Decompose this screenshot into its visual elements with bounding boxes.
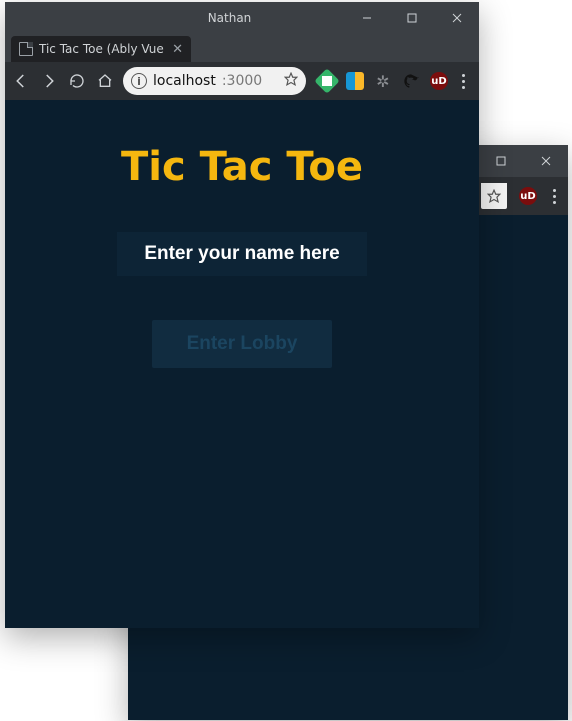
bookmark-star-icon[interactable] <box>284 72 298 90</box>
forward-icon[interactable] <box>39 72 59 90</box>
tab-strip: Tic Tac Toe (Ably Vue Tut ✕ <box>5 34 479 62</box>
maximize-button[interactable] <box>389 2 434 34</box>
page-content: Tic Tac Toe Enter Lobby <box>5 100 479 628</box>
url-rest: :3000 <box>222 73 262 89</box>
close-button[interactable] <box>434 2 479 34</box>
address-bar[interactable]: i localhost :3000 <box>123 67 306 95</box>
extension-vue-devtools-icon[interactable] <box>314 68 339 93</box>
tab-label: Tic Tac Toe (Ably Vue Tut <box>39 42 166 56</box>
minimize-button[interactable] <box>344 2 389 34</box>
url-host: localhost <box>153 73 216 89</box>
extension-settings-icon[interactable]: ✲ <box>374 72 392 90</box>
browser-menu-icon[interactable] <box>458 74 469 89</box>
home-icon[interactable] <box>95 73 115 89</box>
maximize-button-back[interactable] <box>478 145 523 177</box>
page-icon <box>19 42 33 56</box>
browser-toolbar: i localhost :3000 ✲ uD <box>5 62 479 100</box>
reload-icon[interactable] <box>67 73 87 89</box>
ublock-icon-back[interactable]: uD <box>519 187 537 205</box>
close-tab-icon[interactable]: ✕ <box>172 43 183 56</box>
page-title: Tic Tac Toe <box>121 144 363 190</box>
site-info-icon[interactable]: i <box>131 73 147 89</box>
extension-github-icon[interactable] <box>402 72 420 90</box>
browser-tab[interactable]: Tic Tac Toe (Ably Vue Tut ✕ <box>11 36 191 62</box>
window-controls <box>344 2 479 34</box>
window-title: Nathan <box>5 11 344 25</box>
enter-lobby-button[interactable]: Enter Lobby <box>152 320 332 368</box>
bookmark-star-back[interactable] <box>481 183 507 209</box>
extension-color-icon[interactable] <box>346 72 364 90</box>
extension-ublock-icon[interactable]: uD <box>430 72 448 90</box>
extension-icons: ✲ uD <box>314 72 473 90</box>
front-browser-window: Nathan Tic Tac Toe (Ably Vue Tut ✕ <box>5 2 479 628</box>
name-input[interactable] <box>117 232 367 276</box>
titlebar[interactable]: Nathan <box>5 2 479 34</box>
back-icon[interactable] <box>11 72 31 90</box>
close-button-back[interactable] <box>523 145 568 177</box>
browser-menu-back[interactable] <box>549 189 560 204</box>
